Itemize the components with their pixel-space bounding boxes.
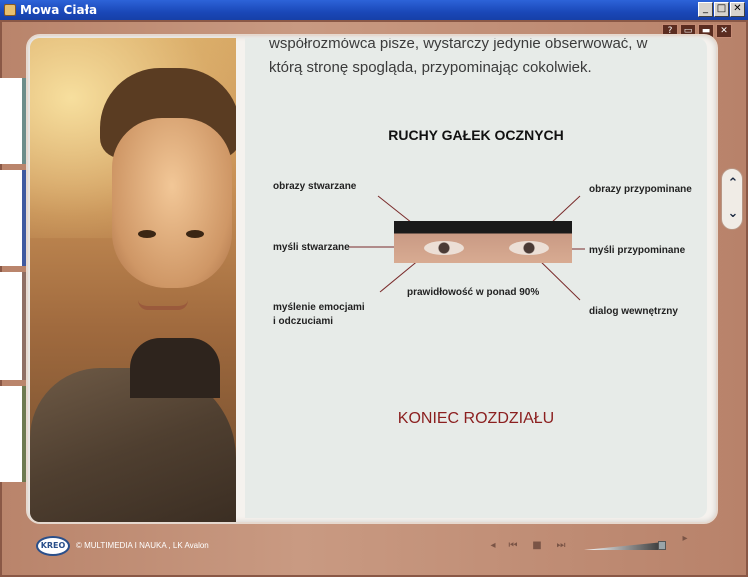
minimize-button[interactable]: _	[698, 2, 713, 17]
label-internal-dialog: dialog wewnętrzny	[589, 306, 678, 317]
chapter-tab-1[interactable]	[0, 78, 28, 164]
stop-icon[interactable]: ■	[530, 539, 544, 553]
window-controls: _ □ ✕	[698, 2, 745, 17]
label-remembered-thoughts: myśli przypominane	[589, 245, 686, 256]
page-navigation: ⌃ ⌄	[721, 168, 743, 230]
left-chapter-tabs	[0, 50, 28, 490]
portrait-photo	[30, 38, 236, 522]
maximize-button[interactable]: □	[714, 2, 729, 17]
label-emotional-thinking-2: i odczuciami	[273, 316, 334, 327]
app-icon	[4, 4, 16, 16]
label-constructed-thoughts: myśli stwarzane	[273, 242, 350, 253]
close-button[interactable]: ✕	[730, 2, 745, 17]
kreo-logo: KREO	[36, 536, 70, 556]
window-title: Mowa Ciała	[20, 3, 98, 17]
back-icon[interactable]: ◂	[486, 539, 500, 553]
double-chevron-down-icon[interactable]: ⌄	[725, 203, 741, 225]
next-icon[interactable]: ▸	[678, 532, 692, 546]
double-chevron-up-icon[interactable]: ⌃	[725, 173, 741, 195]
volume-slider[interactable]	[584, 542, 664, 550]
label-remembered-images: obrazy przypominane	[589, 184, 692, 195]
lesson-content: współrozmówca pisze, wystarczy jedynie o…	[245, 38, 707, 518]
close-app-button[interactable]: ✕	[716, 24, 732, 38]
window-titlebar: Mowa Ciała _ □ ✕	[0, 0, 748, 20]
chapter-tab-2[interactable]	[0, 170, 28, 266]
eyes-image	[394, 221, 572, 263]
label-constructed-images: obrazy stwarzane	[273, 181, 357, 192]
end-of-chapter-text: KONIEC ROZDZIAŁU	[397, 410, 555, 427]
footer-bar: KREO © MULTIMEDIA I NAUKA , LK Avalon ◂ …	[26, 532, 726, 562]
copyright-text: © MULTIMEDIA I NAUKA , LK Avalon	[76, 541, 209, 550]
playback-controls: ◂ ⏮ ■ ⏭ ▸	[486, 533, 716, 558]
rewind-icon[interactable]: ⏮	[506, 539, 520, 553]
label-emotional-thinking-1: myślenie emocjami	[273, 302, 365, 313]
chapter-tab-3[interactable]	[0, 272, 28, 380]
forward-icon[interactable]: ⏭	[554, 539, 568, 553]
volume-knob[interactable]	[658, 541, 666, 550]
label-accuracy: prawidłowość w ponad 90%	[407, 287, 540, 298]
chapter-tab-4[interactable]	[0, 386, 28, 482]
